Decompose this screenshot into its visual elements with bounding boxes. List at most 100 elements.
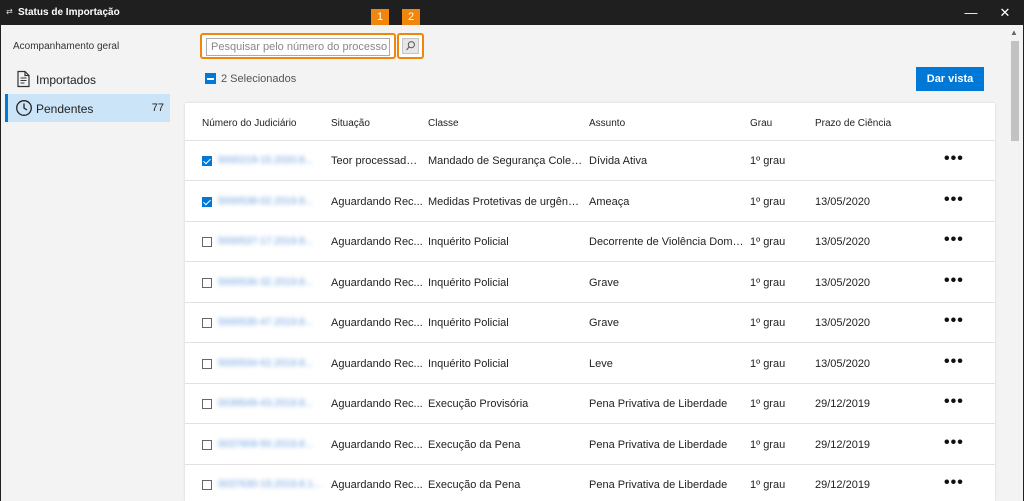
sidebar-item-pendentes[interactable]: Pendentes 77 — [5, 94, 170, 122]
table-row[interactable]: 0039549-43.2019.8... Aguardando Rec... Exe… — [185, 384, 995, 424]
dar-vista-button[interactable]: Dar vista — [916, 67, 984, 91]
subject-cell: Pena Privativa de Liberdade — [589, 479, 728, 491]
subject-cell: Ameaça — [589, 195, 630, 208]
sidebar: Acompanhamento geral Importados Pendente… — [1, 25, 171, 501]
subject-cell: Grave — [589, 276, 619, 289]
document-icon — [17, 70, 30, 88]
clock-icon — [16, 100, 32, 116]
annotation-badge-1: 1 — [371, 9, 389, 25]
more-options-icon[interactable]: ••• — [944, 475, 964, 491]
row-checkbox[interactable] — [202, 439, 212, 450]
table-row[interactable]: 5000219-15.2020.8... Teor processado ... M… — [185, 141, 995, 181]
process-number-link[interactable]: 5000538-02.2019.8... — [218, 196, 326, 207]
more-options-icon[interactable]: ••• — [944, 434, 964, 450]
degree-cell: 1º grau — [750, 155, 786, 167]
search-button-highlight — [397, 33, 424, 59]
row-checkbox[interactable] — [202, 237, 212, 247]
process-number-link[interactable]: 0037630-19.2019.8.1... — [218, 479, 326, 490]
deadline-cell: 13/05/2020 — [815, 357, 871, 370]
class-cell: Inquérito Policial — [428, 317, 509, 329]
status-cell: Aguardando Rec... — [331, 438, 423, 451]
subject-cell: Decorrente de Violência Domé... — [589, 236, 745, 248]
process-number-link[interactable]: 5000536-32.2019.8... — [218, 277, 326, 288]
column-header[interactable]: Número do Judiciário — [202, 118, 297, 129]
status-cell: Aguardando Rec... — [331, 317, 423, 329]
close-button[interactable]: ✕ — [985, 1, 1024, 25]
row-checkbox[interactable] — [202, 196, 212, 207]
degree-cell: 1º grau — [750, 236, 786, 248]
scroll-thumb[interactable] — [1011, 41, 1019, 141]
pending-count: 77 — [151, 102, 164, 114]
row-checkbox[interactable] — [202, 277, 212, 288]
sidebar-item-importados[interactable]: Importados — [5, 65, 170, 93]
sidebar-heading[interactable]: Acompanhamento geral — [13, 41, 119, 52]
column-header[interactable]: Situação — [331, 118, 370, 129]
process-number-link[interactable]: 0039549-43.2019.8... — [218, 398, 326, 409]
app-icon: ⇄ — [6, 7, 13, 16]
more-options-icon[interactable]: ••• — [944, 353, 964, 369]
table-row[interactable]: 5000537-17.2019.8... Aguardando Rec... Inq… — [185, 222, 995, 262]
subject-cell: Grave — [589, 317, 619, 329]
deadline-cell: 29/12/2019 — [815, 438, 871, 451]
subject-cell: Dívida Ativa — [589, 155, 648, 167]
column-header[interactable]: Classe — [428, 118, 459, 129]
degree-cell: 1º grau — [750, 398, 786, 410]
table-row[interactable]: 5000534-62.2019.8... Aguardando Rec... Inq… — [185, 344, 995, 384]
table-row[interactable]: 0037609-50.2019.8... Aguardando Rec... Exe… — [185, 425, 995, 465]
deadline-cell: 13/05/2020 — [815, 317, 871, 329]
degree-cell: 1º grau — [750, 317, 786, 329]
search-input[interactable] — [206, 38, 390, 56]
status-cell: Aguardando Rec... — [331, 236, 423, 248]
class-cell: Inquérito Policial — [428, 357, 509, 370]
scroll-up-icon[interactable]: ▲ — [1010, 28, 1018, 37]
process-table: Número do Judiciário Situação Classe Ass… — [185, 103, 995, 501]
process-number-link[interactable]: 0037609-50.2019.8... — [218, 439, 326, 450]
degree-cell: 1º grau — [750, 276, 786, 289]
degree-cell: 1º grau — [750, 195, 786, 208]
more-options-icon[interactable]: ••• — [944, 272, 964, 288]
more-options-icon[interactable]: ••• — [944, 394, 964, 410]
degree-cell: 1º grau — [750, 438, 786, 451]
row-checkbox[interactable] — [202, 318, 212, 328]
main-content: 1 2 2 Selecionados Dar vista Número do J… — [171, 9, 1007, 501]
class-cell: Inquérito Policial — [428, 236, 509, 248]
class-cell: Medidas Protetivas de urgênci... — [428, 195, 583, 208]
select-all-checkbox[interactable] — [205, 73, 216, 84]
search-field-highlight — [200, 33, 396, 59]
column-header[interactable]: Assunto — [589, 118, 625, 129]
process-number-link[interactable]: 5000537-17.2019.8... — [218, 236, 326, 247]
subject-cell: Pena Privativa de Liberdade — [589, 438, 728, 451]
table-row[interactable]: 5000536-32.2019.8... Aguardando Rec... Inq… — [185, 263, 995, 303]
sidebar-item-label: Pendentes — [36, 102, 94, 116]
search-icon — [406, 41, 415, 51]
process-number-link[interactable]: 5000219-15.2020.8... — [218, 155, 326, 166]
table-header: Número do Judiciário Situação Classe Ass… — [185, 103, 995, 141]
process-number-link[interactable]: 5000535-47.2019.8... — [218, 317, 326, 328]
column-header[interactable]: Grau — [750, 118, 772, 129]
table-row[interactable]: 5000535-47.2019.8... Aguardando Rec... Inq… — [185, 303, 995, 343]
status-cell: Aguardando Rec... — [331, 195, 423, 208]
search-button[interactable] — [402, 38, 419, 54]
process-number-link[interactable]: 5000534-62.2019.8... — [218, 358, 326, 369]
annotation-badge-2: 2 — [402, 9, 420, 25]
vertical-scrollbar[interactable]: ▲ — [1007, 25, 1023, 501]
status-cell: Aguardando Rec... — [331, 479, 423, 491]
more-options-icon[interactable]: ••• — [944, 232, 964, 248]
row-checkbox[interactable] — [202, 480, 212, 490]
row-checkbox[interactable] — [202, 399, 212, 409]
table-row[interactable]: 5000538-02.2019.8... Aguardando Rec... Med… — [185, 182, 995, 222]
degree-cell: 1º grau — [750, 479, 786, 491]
more-options-icon[interactable]: ••• — [944, 151, 964, 167]
app-window: ⇄ Status de Importação — ✕ Acompanhament… — [0, 0, 1024, 501]
status-cell: Aguardando Rec... — [331, 357, 423, 370]
deadline-cell: 13/05/2020 — [815, 195, 871, 208]
more-options-icon[interactable]: ••• — [944, 313, 964, 329]
row-checkbox[interactable] — [202, 358, 212, 369]
row-checkbox[interactable] — [202, 156, 212, 166]
subject-cell: Leve — [589, 357, 613, 370]
deadline-cell: 13/05/2020 — [815, 276, 871, 289]
more-options-icon[interactable]: ••• — [944, 191, 964, 207]
column-header[interactable]: Prazo de Ciência — [815, 118, 891, 129]
table-row[interactable]: 0037630-19.2019.8.1... Aguardando Rec... E… — [185, 465, 995, 501]
title-bar: ⇄ Status de Importação — ✕ — [1, 1, 1023, 25]
